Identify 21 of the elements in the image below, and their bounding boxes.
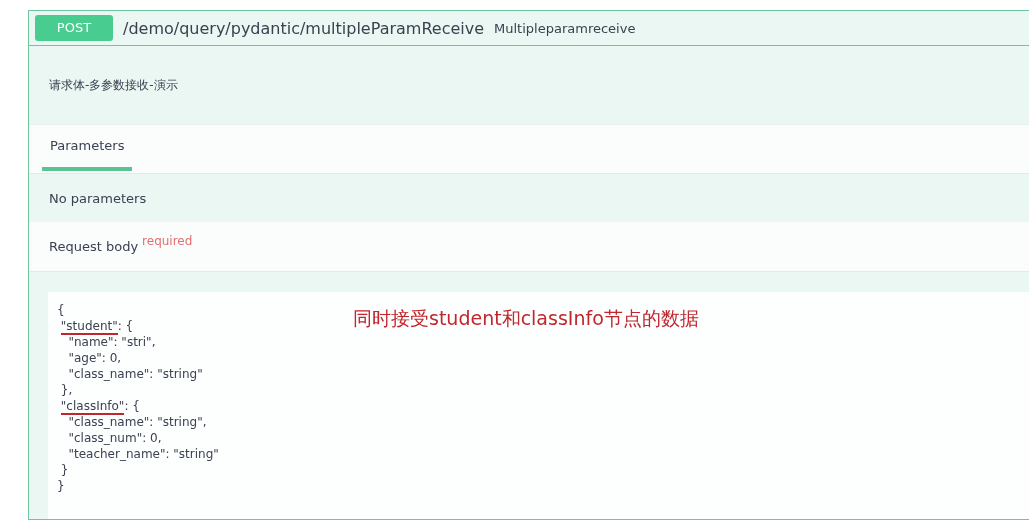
no-parameters-text: No parameters (49, 190, 147, 206)
code-line: "classInfo": { (59, 398, 141, 414)
code-line: { (57, 302, 66, 318)
code-line: "class_name": "string" (67, 366, 204, 382)
code-line: "teacher_name": "string" (67, 446, 220, 462)
code-line: }, (59, 382, 74, 398)
operation-header[interactable]: POST /demo/query/pydantic/multipleParamReceive Multipleparamreceive (29, 11, 1029, 46)
code-line: "class_name": "string", (67, 414, 208, 430)
code-line: "age": 0, (67, 350, 123, 366)
endpoint-summary: Multipleparamreceive (494, 20, 636, 36)
method-badge: POST (35, 15, 113, 41)
endpoint-path: /demo/query/pydantic/multipleParamReceive (123, 18, 485, 38)
required-label: required (142, 233, 193, 248)
code-line: "name": "stri", (67, 334, 157, 350)
request-body-label: Request body (49, 239, 139, 254)
code-line: } (59, 462, 70, 478)
annotation-text: 同时接受student和classInfo节点的数据 (353, 306, 699, 331)
code-line: } (57, 478, 66, 494)
code-line: "student": { (59, 318, 135, 334)
description-text: 请求体-多参数接收-演示 (49, 76, 178, 94)
code-line: "class_num": 0, (67, 430, 163, 446)
